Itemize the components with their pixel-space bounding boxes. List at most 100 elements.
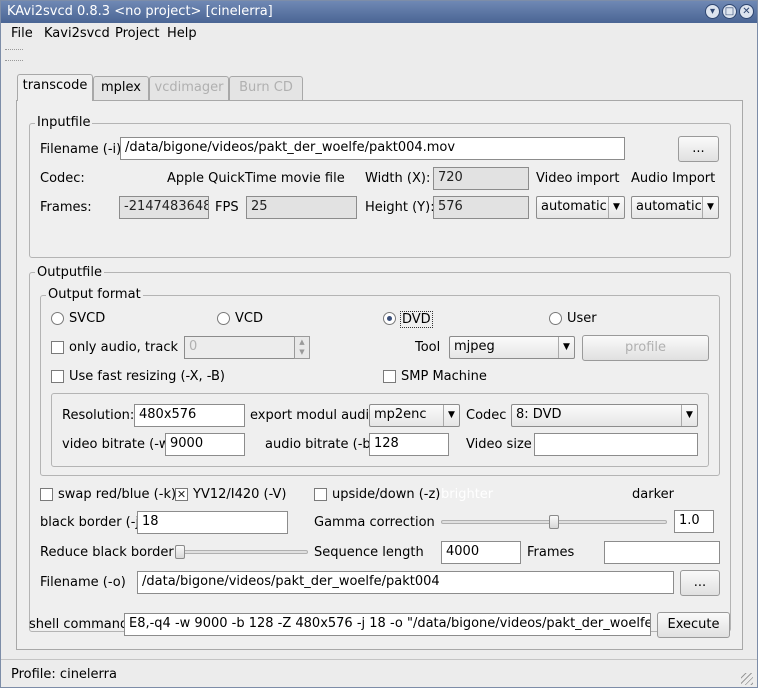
export-audio-value: mp2enc [374,407,427,422]
tab-vcdimager[interactable]: vcdimager [149,76,229,100]
output-frames-field[interactable] [604,541,720,564]
menu-kavi2svcd[interactable]: Kavi2svcd [44,26,110,41]
video-size-label: Video size [466,437,532,452]
brighter-label: brighter [441,487,494,502]
gamma-label: Gamma correction [314,515,435,530]
close-icon[interactable]: ✕ [739,4,754,19]
menu-help[interactable]: Help [167,26,197,41]
profile-button[interactable]: profile [582,335,709,361]
only-audio-checkbox[interactable] [51,341,64,354]
output-filename-field[interactable]: /data/bigone/videos/pakt_der_woelfe/pakt… [137,571,674,594]
reduce-border-slider[interactable] [175,550,308,554]
video-import-label: Video import [536,171,620,186]
input-filename-label: Filename (-i) [40,142,122,157]
audio-bitrate-label: audio bitrate (-b): [265,437,381,452]
radio-svcd[interactable] [51,312,64,325]
black-border-field[interactable]: 18 [137,511,288,534]
status-divider [1,659,757,660]
radio-dvd[interactable] [383,312,396,325]
radio-user[interactable] [549,312,562,325]
menu-file[interactable]: File [11,26,33,41]
output-format-label: Output format [46,287,143,302]
menu-bar: File Kavi2svcd Project Help [1,23,757,47]
width-label: Width (X): [365,171,431,186]
video-import-select[interactable]: automatic ▼ [536,196,625,219]
window-title: KAvi2svcd 0.8.3 <no project> [cinelerra] [7,4,273,19]
audio-import-label: Audio Import [631,171,716,186]
smp-label[interactable]: SMP Machine [401,369,487,384]
execute-label: Execute [667,617,720,632]
input-browse-button[interactable]: ... [678,136,719,162]
tool-value: mjpeg [454,339,495,354]
status-profile: Profile: cinelerra [11,667,117,682]
input-filename-field[interactable]: /data/bigone/videos/pakt_der_woelfe/pakt… [120,137,625,160]
maximize-icon[interactable]: □ [722,4,737,19]
swap-label[interactable]: swap red/blue (-k) [58,487,176,502]
radio-vcd-label[interactable]: VCD [235,311,263,326]
tab-transcode[interactable]: transcode [17,74,93,101]
yv12-checkbox[interactable]: ✕ [175,488,188,501]
toolbar-handle-icon[interactable] [5,49,23,61]
outputfile-group-label: Outputfile [35,265,104,280]
reduce-border-slider-handle[interactable] [175,545,185,559]
spin-arrows-icon[interactable]: ▲ ▼ [294,336,310,359]
fast-resize-checkbox[interactable] [51,370,64,383]
codec-label: Codec: [40,171,85,186]
output-codec-select[interactable]: 8: DVD ▼ [511,404,698,427]
chevron-down-icon: ▼ [443,405,459,426]
radio-svcd-label[interactable]: SVCD [69,311,105,326]
swap-checkbox[interactable] [40,488,53,501]
video-bitrate-field[interactable]: 9000 [165,433,245,456]
minimize-icon[interactable]: ▾ [705,4,720,19]
chevron-down-icon: ▼ [702,197,718,218]
tab-mplex[interactable]: mplex [93,76,149,100]
fast-resize-label[interactable]: Use fast resizing (-X, -B) [69,369,225,384]
export-audio-select[interactable]: mp2enc ▼ [369,404,460,427]
inputfile-group-label: Inputfile [35,115,93,130]
gamma-field[interactable]: 1.0 [674,510,714,533]
height-label: Height (Y): [365,200,435,215]
radio-user-label[interactable]: User [567,311,597,326]
upside-label[interactable]: upside/down (-z) [332,487,440,502]
radio-vcd[interactable] [217,312,230,325]
resize-grip-icon[interactable] [741,673,753,685]
output-codec-label: Codec [466,408,507,423]
tool-label: Tool [415,340,441,355]
width-field: 720 [433,167,529,190]
audio-bitrate-field[interactable]: 128 [369,433,449,456]
audio-track-spinbox[interactable]: 0 [184,336,296,359]
codec-value: Apple QuickTime movie file [167,171,345,186]
chevron-down-icon: ▼ [558,337,574,358]
output-browse-button[interactable]: ... [680,570,720,596]
smp-checkbox[interactable] [383,370,396,383]
yv12-label[interactable]: YV12/I420 (-V) [193,487,287,502]
tab-burn-cd[interactable]: Burn CD [229,76,303,100]
radio-dvd-label[interactable]: DVD [400,311,433,328]
output-frames-label: Frames [527,545,575,560]
resolution-field[interactable]: 480x576 [134,404,245,427]
audio-import-value: automatic [636,199,702,214]
audio-import-select[interactable]: automatic ▼ [631,196,719,219]
upside-checkbox[interactable] [314,488,327,501]
main-window: KAvi2svcd 0.8.3 <no project> [cinelerra]… [0,0,758,688]
shell-command-label: shell command [29,617,129,632]
frames-field: -2147483648 [119,196,209,219]
fps-label: FPS [215,200,239,215]
output-filename-label: Filename (-o) [40,575,126,590]
sequence-length-label: Sequence length [314,545,424,560]
shell-command-field[interactable]: E8,-q4 -w 9000 -b 128 -Z 480x576 -j 18 -… [124,613,651,636]
export-audio-label: export modul audio [250,408,378,423]
black-border-label: black border (-j) [40,515,145,530]
tool-select[interactable]: mjpeg ▼ [449,336,575,359]
video-size-field[interactable] [534,433,698,456]
chevron-down-icon: ▼ [608,197,624,218]
execute-button[interactable]: Execute [657,612,730,638]
only-audio-label[interactable]: only audio, track [69,340,178,355]
sequence-length-field[interactable]: 4000 [441,541,521,564]
menu-project[interactable]: Project [115,26,159,41]
video-import-value: automatic [541,199,607,214]
darker-label: darker [632,487,674,502]
height-field: 576 [433,196,529,219]
video-bitrate-label: video bitrate (-w) [62,437,175,452]
gamma-slider-handle[interactable] [549,515,559,529]
